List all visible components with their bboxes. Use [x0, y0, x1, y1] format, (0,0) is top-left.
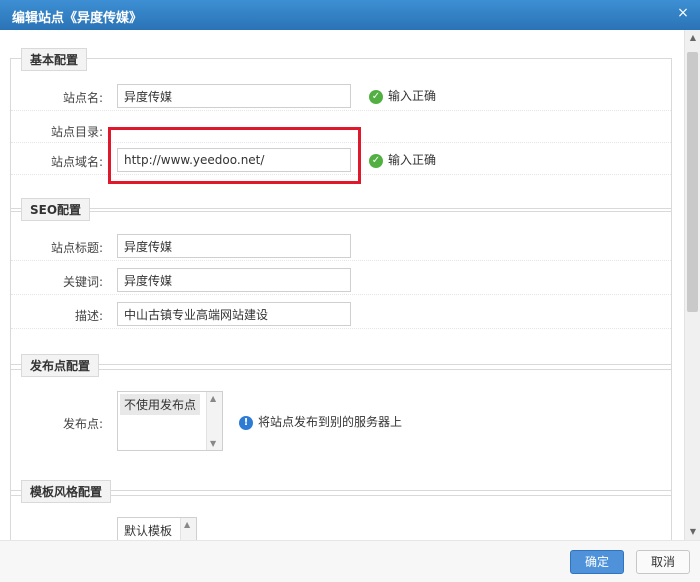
scroll-up-icon[interactable]: ▲	[184, 520, 190, 529]
listbox-scrollbar[interactable]: ▲ ▼	[206, 392, 222, 450]
site-name-status-text: 输入正确	[388, 89, 437, 103]
highlight-box	[108, 127, 361, 184]
site-domain-label: 站点域名:	[50, 155, 103, 169]
site-name-input[interactable]	[117, 84, 351, 108]
site-name-row: 站点名: ✓ 输入正确	[11, 79, 671, 111]
scroll-down-icon[interactable]: ▼	[210, 439, 216, 448]
publish-listbox[interactable]: 不使用发布点 ▲ ▼	[117, 391, 223, 451]
seo-keywords-input[interactable]	[117, 268, 351, 292]
seo-title-input[interactable]	[117, 234, 351, 258]
template-option[interactable]: 默认模板	[120, 520, 177, 540]
publish-config-legend: 发布点配置	[21, 354, 100, 377]
publish-hint: ! 将站点发布到别的服务器上	[239, 413, 402, 430]
scroll-up-icon[interactable]: ▲	[688, 33, 698, 43]
site-name-label: 站点名:	[62, 91, 103, 105]
check-icon: ✓	[369, 153, 383, 168]
close-icon[interactable]: ×	[674, 4, 692, 22]
seo-keywords-row: 关键词:	[11, 263, 671, 295]
confirm-button[interactable]: 确定	[570, 550, 624, 574]
cancel-button[interactable]: 取消	[636, 550, 690, 574]
seo-description-row: 描述:	[11, 297, 671, 329]
window-title: 编辑站点《异度传媒》	[12, 11, 143, 26]
window-titlebar: 编辑站点《异度传媒》 ×	[0, 0, 700, 30]
template-listbox[interactable]: 默认模板 ▲	[117, 517, 197, 540]
basic-config-legend: 基本配置	[21, 48, 88, 71]
site-domain-status-text: 输入正确	[388, 153, 437, 167]
seo-title-label: 站点标题:	[50, 241, 103, 255]
dialog-content: 基本配置 站点名: ✓ 输入正确 站点目录: 站点域名: ✓ 输入正确 SEO配置 …	[0, 30, 684, 540]
check-icon: ✓	[369, 89, 383, 104]
publish-option[interactable]: 不使用发布点	[120, 394, 201, 415]
seo-keywords-label: 关键词:	[62, 275, 103, 289]
publish-label: 发布点:	[62, 417, 103, 431]
site-name-status: ✓ 输入正确	[369, 87, 436, 104]
seo-config-section: SEO配置 站点标题: 关键词: 描述:	[10, 198, 672, 370]
dialog-footer: 确定 取消	[0, 540, 700, 582]
seo-description-input[interactable]	[117, 302, 351, 326]
listbox-scrollbar[interactable]: ▲	[180, 518, 196, 540]
info-icon: !	[239, 415, 253, 430]
seo-title-row: 站点标题:	[11, 229, 671, 261]
scroll-up-icon[interactable]: ▲	[210, 394, 216, 403]
publish-hint-text: 将站点发布到别的服务器上	[258, 415, 403, 429]
scroll-down-icon[interactable]: ▼	[688, 527, 698, 537]
scroll-thumb[interactable]	[687, 52, 698, 312]
site-domain-status: ✓ 输入正确	[369, 151, 436, 168]
template-config-legend: 模板风格配置	[21, 480, 112, 503]
template-config-section: 模板风格配置 默认模板 ▲	[10, 480, 672, 540]
publish-config-section: 发布点配置 发布点: 不使用发布点 ▲ ▼ ! 将站点发布到别的服务器上	[10, 354, 672, 496]
seo-description-label: 描述:	[74, 309, 103, 323]
site-dir-label: 站点目录:	[50, 125, 103, 139]
content-scrollbar[interactable]: ▲ ▼	[684, 30, 700, 540]
seo-config-legend: SEO配置	[21, 198, 91, 221]
